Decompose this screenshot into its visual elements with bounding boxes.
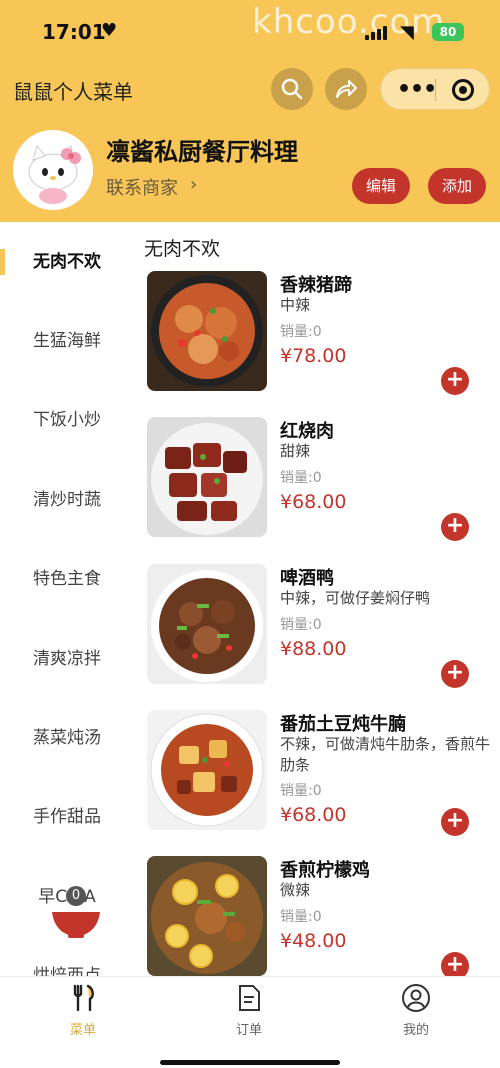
fork-knife-icon xyxy=(73,984,94,1012)
dish-spice: 中辣，可做仔姜焖仔鸭 xyxy=(280,589,431,607)
category-item[interactable]: 无肉不欢 xyxy=(0,242,134,282)
dish-card[interactable]: 啤酒鸭 中辣，可做仔姜焖仔鸭 销量:0 ¥88.00 + xyxy=(147,564,500,694)
dish-card[interactable]: 红烧肉 甜辣 销量:0 ¥68.00 + xyxy=(147,417,500,547)
close-target-icon[interactable] xyxy=(452,79,474,101)
document-icon xyxy=(239,985,260,1011)
more-icon[interactable]: ••• xyxy=(397,77,437,102)
dish-price: ¥68.00 xyxy=(280,804,347,826)
dish-spice: 不辣，可做清炖牛肋条，香煎牛肋条 xyxy=(280,735,491,774)
user-icon xyxy=(402,984,430,1012)
wifi-icon: ◥ xyxy=(400,22,414,43)
category-item[interactable]: 生猛海鲜 xyxy=(0,321,134,361)
cart-count-badge: 0 xyxy=(66,886,86,906)
dish-card[interactable]: 番茄土豆炖牛腩 不辣，可做清炖牛肋条，香煎牛肋条 销量:0 ¥68.00 + xyxy=(147,710,500,840)
add-to-cart-button[interactable]: + xyxy=(441,513,469,541)
dish-image xyxy=(147,417,267,537)
tab-bar: 菜单 订单 我的 xyxy=(0,976,500,1068)
category-item[interactable]: 下饭小炒 xyxy=(0,400,134,440)
watermark: khcoo.com xyxy=(252,2,446,42)
dish-image xyxy=(147,271,267,391)
dish-price: ¥68.00 xyxy=(280,491,347,513)
dish-name: 红烧肉 xyxy=(280,421,334,442)
dish-sales: 销量:0 xyxy=(280,470,322,486)
home-indicator xyxy=(160,1060,340,1065)
tab-profile-label: 我的 xyxy=(402,1023,429,1038)
dish-spice: 微辣 xyxy=(280,881,311,899)
search-button[interactable] xyxy=(271,68,313,110)
dish-sales: 销量:0 xyxy=(280,617,322,633)
dish-sales: 销量:0 xyxy=(280,909,322,925)
dish-sales: 销量:0 xyxy=(280,783,322,799)
status-bar: 17:01 ♥ khcoo.com ◥ 80 xyxy=(0,0,500,64)
dish-price: ¥78.00 xyxy=(280,345,347,367)
shop-info: 凛酱私厨餐厅料理 联系商家 › 编辑 添加 xyxy=(0,128,500,214)
dish-name: 香煎柠檬鸡 xyxy=(280,860,370,881)
dish-name: 香辣猪蹄 xyxy=(280,275,352,296)
tab-orders-label: 订单 xyxy=(235,1023,262,1038)
cart-button[interactable]: 0 xyxy=(50,886,102,940)
dish-price: ¥48.00 xyxy=(280,930,347,952)
app-title: 鼠鼠个人菜单 xyxy=(13,80,133,104)
dish-price: ¥88.00 xyxy=(280,638,347,660)
tab-menu-label: 菜单 xyxy=(69,1023,96,1038)
signal-icon xyxy=(365,26,389,40)
dish-name: 啤酒鸭 xyxy=(280,568,334,589)
category-item[interactable]: 清爽凉拌 xyxy=(0,639,134,679)
dish-image xyxy=(147,856,267,976)
add-button[interactable]: 添加 xyxy=(428,168,487,204)
battery-indicator: 80 xyxy=(432,23,464,41)
category-item[interactable]: 手作甜品 xyxy=(0,797,134,837)
heart-icon: ♥ xyxy=(101,20,118,41)
dish-spice: 中辣 xyxy=(280,296,311,314)
shop-name: 凛酱私厨餐厅料理 xyxy=(106,138,298,166)
hello-kitty-avatar xyxy=(15,132,91,208)
category-sidebar: 无肉不欢 生猛海鲜 下饭小炒 清炒时蔬 特色主食 清爽凉拌 蒸菜炖汤 手作甜品 … xyxy=(0,222,134,976)
dish-card[interactable]: 香煎柠檬鸡 微辣 销量:0 ¥48.00 + xyxy=(147,856,500,976)
share-button[interactable] xyxy=(325,68,367,110)
mini-program-capsule: ••• xyxy=(380,68,490,110)
tab-orders[interactable]: 订单 xyxy=(199,983,299,1038)
nav-bar: 鼠鼠个人菜单 ••• xyxy=(0,66,500,112)
dish-sales: 销量:0 xyxy=(280,324,322,340)
tab-profile[interactable]: 我的 xyxy=(366,983,466,1038)
category-item[interactable]: 特色主食 xyxy=(0,559,134,599)
dish-list: 无肉不欢 香辣猪蹄 中辣 销量:0 ¥78.00 + 红烧肉 甜辣 销量:0 ¥… xyxy=(134,222,500,976)
dish-card[interactable]: 香辣猪蹄 中辣 销量:0 ¥78.00 + xyxy=(147,271,500,401)
category-item[interactable]: 清炒时蔬 xyxy=(0,480,134,520)
chevron-right-icon: › xyxy=(190,174,198,195)
section-title: 无肉不欢 xyxy=(144,238,221,260)
dish-name: 番茄土豆炖牛腩 xyxy=(280,714,406,735)
dish-image xyxy=(147,710,267,830)
edit-button[interactable]: 编辑 xyxy=(352,168,411,204)
share-icon xyxy=(336,80,357,98)
add-to-cart-button[interactable]: + xyxy=(441,952,469,976)
add-to-cart-button[interactable]: + xyxy=(441,660,469,688)
category-item[interactable]: 蒸菜炖汤 xyxy=(0,718,134,758)
status-time: 17:01 xyxy=(42,20,106,44)
contact-merchant-link[interactable]: 联系商家 xyxy=(106,174,178,200)
add-to-cart-button[interactable]: + xyxy=(441,367,469,395)
dish-image xyxy=(147,564,267,684)
category-item[interactable]: 烘焙西点 xyxy=(0,956,134,976)
header: 17:01 ♥ khcoo.com ◥ 80 鼠鼠个人菜单 ••• 凛酱私厨餐厅… xyxy=(0,0,500,222)
search-icon xyxy=(281,78,303,100)
avatar xyxy=(13,130,93,210)
add-to-cart-button[interactable]: + xyxy=(441,808,469,836)
tab-menu[interactable]: 菜单 xyxy=(33,983,133,1038)
dish-spice: 甜辣 xyxy=(280,442,311,460)
